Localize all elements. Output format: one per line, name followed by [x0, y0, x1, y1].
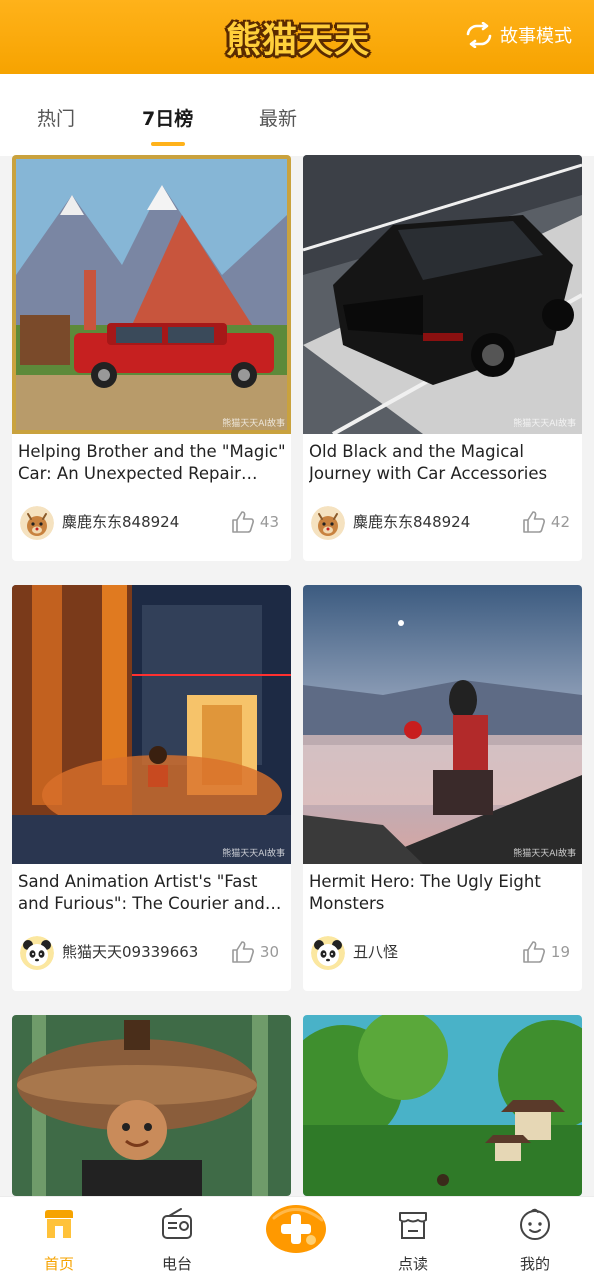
sand-artist-illustration: [12, 585, 291, 864]
like-button[interactable]: 19: [521, 939, 570, 965]
app-logo: 熊猫天天: [226, 13, 370, 61]
story-title[interactable]: Helping Brother and the "Magic" Car: An …: [18, 441, 286, 485]
story-card[interactable]: 熊猫天天AI故事 Hermit Hero: The Ugly Eight Mon…: [303, 585, 582, 991]
like-count: 43: [259, 513, 279, 531]
story-thumbnail[interactable]: 熊猫天天AI故事: [303, 585, 582, 864]
add-icon: [266, 1205, 326, 1253]
story-title[interactable]: Hermit Hero: The Ugly Eight Monsters: [309, 871, 577, 915]
story-thumbnail[interactable]: [303, 1015, 582, 1196]
watermark: 熊猫天天AI故事: [222, 419, 285, 429]
deer-avatar-icon: [20, 506, 54, 540]
watermark: 熊猫天天AI故事: [222, 849, 285, 859]
nav-label: 首页: [43, 1255, 74, 1273]
tab-bar: 热门 7日榜 最新: [0, 74, 594, 156]
panda-avatar-icon: [311, 936, 345, 970]
thumbs-up-icon: [232, 941, 254, 963]
app-header: 熊猫天天 故事模式: [0, 0, 594, 74]
panda-avatar-icon: [20, 936, 54, 970]
thumbs-up-icon: [523, 941, 545, 963]
like-button[interactable]: 43: [230, 509, 279, 535]
story-card[interactable]: 熊猫天天AI故事 Old Black and the Magical Journ…: [303, 155, 582, 561]
deer-avatar[interactable]: [311, 506, 345, 540]
author-name[interactable]: 丑八怪: [353, 941, 398, 962]
author-name[interactable]: 麋鹿东东848924: [62, 511, 179, 532]
thumbs-up-icon: [232, 511, 254, 533]
nav-mine[interactable]: 我的: [476, 1197, 594, 1281]
home-store-icon: [45, 1210, 73, 1238]
story-thumbnail[interactable]: [12, 1015, 291, 1196]
story-thumbnail[interactable]: 熊猫天天AI故事: [12, 585, 291, 864]
baby-face-icon: [520, 1208, 550, 1240]
story-card[interactable]: [12, 1015, 291, 1196]
swap-icon: [466, 22, 492, 48]
create-story-button[interactable]: [264, 1200, 328, 1256]
active-tab-indicator: [151, 142, 185, 146]
nav-label: 电台: [161, 1255, 192, 1273]
watermark: 熊猫天天AI故事: [513, 419, 576, 429]
story-card[interactable]: 熊猫天天AI故事 Sand Animation Artist's "Fast a…: [12, 585, 291, 991]
black-car-illustration: [303, 155, 582, 434]
mountain-car-illustration: [12, 155, 291, 434]
tab-hot[interactable]: 热门: [37, 104, 75, 131]
nav-label: 我的: [519, 1255, 550, 1273]
author-name[interactable]: 麋鹿东东848924: [353, 511, 470, 532]
story-thumbnail[interactable]: 熊猫天天AI故事: [12, 155, 291, 434]
nav-label: 点读: [397, 1255, 428, 1273]
forest-temple-illustration: [303, 1015, 582, 1196]
story-mode-button[interactable]: 故事模式: [464, 22, 572, 48]
story-card[interactable]: 熊猫天天AI故事 Helping Brother and the "Magic"…: [12, 155, 291, 561]
thumbs-up-icon: [523, 511, 545, 533]
watermark: 熊猫天天AI故事: [513, 849, 576, 859]
hermit-hero-illustration: [303, 585, 582, 864]
deer-avatar[interactable]: [20, 506, 54, 540]
like-count: 42: [550, 513, 570, 531]
shop-icon: [399, 1212, 427, 1239]
story-mode-label: 故事模式: [500, 26, 572, 47]
author-name[interactable]: 熊猫天天09339663: [62, 941, 198, 962]
panda-avatar[interactable]: [311, 936, 345, 970]
story-title[interactable]: Old Black and the Magical Journey with C…: [309, 441, 577, 485]
tab-7day[interactable]: 7日榜: [142, 104, 193, 131]
story-thumbnail[interactable]: 熊猫天天AI故事: [303, 155, 582, 434]
like-count: 19: [550, 943, 570, 961]
like-button[interactable]: 30: [230, 939, 279, 965]
panda-avatar[interactable]: [20, 936, 54, 970]
logo-text: 熊猫天天: [226, 20, 371, 61]
nav-radio[interactable]: 电台: [118, 1197, 236, 1281]
story-card[interactable]: [303, 1015, 582, 1196]
story-title[interactable]: Sand Animation Artist's "Fast and Furiou…: [18, 871, 286, 915]
like-button[interactable]: 42: [521, 509, 570, 535]
nav-read[interactable]: 点读: [354, 1197, 472, 1281]
tab-latest[interactable]: 最新: [259, 104, 297, 131]
mushroom-boy-illustration: [12, 1015, 291, 1196]
like-count: 30: [259, 943, 279, 961]
radio-icon: [162, 1208, 192, 1239]
deer-avatar-icon: [311, 506, 345, 540]
nav-home[interactable]: 首页: [0, 1197, 118, 1281]
